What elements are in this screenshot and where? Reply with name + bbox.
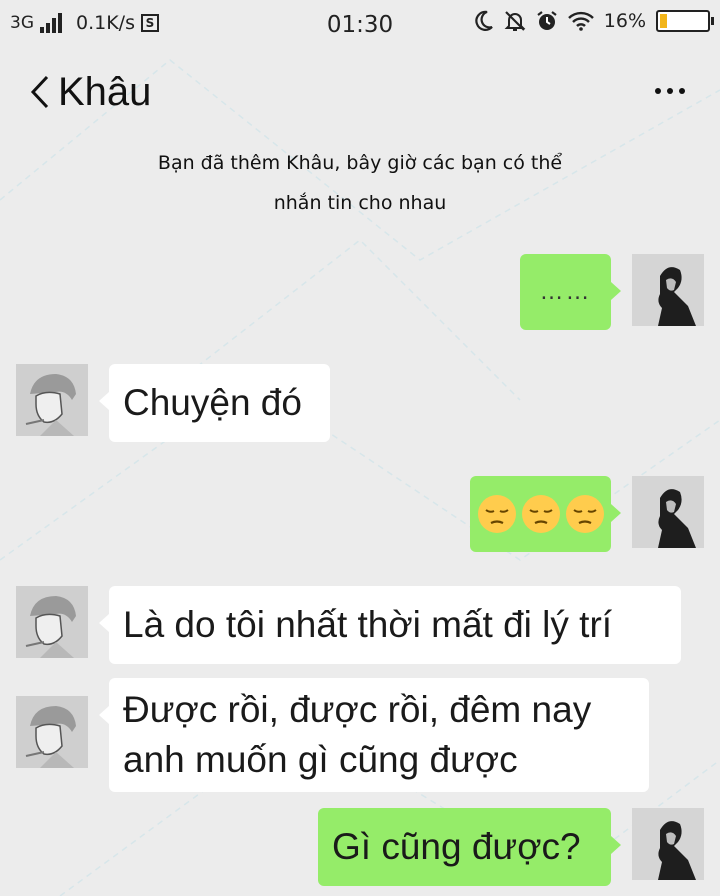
my-avatar[interactable]	[632, 476, 704, 548]
more-dots-icon[interactable]	[650, 74, 690, 108]
emoji-row	[476, 493, 606, 535]
message-bubble-sent[interactable]: ……	[520, 254, 621, 330]
alarm-icon	[536, 10, 558, 32]
chat-title: Khâu	[58, 69, 152, 114]
message-text-line: Được rồi, được rồi, đêm nay	[123, 689, 592, 730]
pensive-face-emoji	[477, 495, 516, 533]
message-text: Là do tôi nhất thời mất đi lý trí	[123, 604, 613, 645]
message-bubble-received[interactable]: Được rồi, được rồi, đêm nay anh muốn gì …	[99, 678, 649, 792]
message-bubble-received[interactable]: Chuyện đó	[99, 364, 330, 442]
message-text: ……	[539, 278, 592, 305]
message-bubble-sent[interactable]	[470, 476, 621, 552]
contact-avatar[interactable]	[16, 586, 88, 658]
pensive-face-emoji	[565, 495, 604, 533]
my-avatar[interactable]	[632, 808, 704, 880]
message-text: Chuyện đó	[123, 382, 302, 423]
message-bubble-sent[interactable]: Gì cũng được?	[318, 808, 621, 886]
message-text: Gì cũng được?	[332, 826, 581, 867]
back-button[interactable]: Khâu	[30, 68, 180, 116]
contact-avatar[interactable]	[16, 364, 88, 436]
battery-icon	[656, 10, 714, 32]
pensive-face-emoji	[521, 495, 560, 533]
message-text-line: anh muốn gì cũng được	[123, 739, 518, 780]
system-message-line: nhắn tin cho nhau	[273, 192, 447, 214]
back-chevron-icon	[30, 74, 50, 110]
contact-avatar[interactable]	[16, 696, 88, 768]
battery-percent: 16%	[603, 10, 646, 32]
chat-header: Khâu	[0, 50, 720, 134]
status-bar: 3G 0.1K/s S 01:30 16%	[0, 0, 720, 50]
moon-icon	[474, 10, 494, 32]
status-right: 16%	[474, 10, 714, 32]
system-message-line: Bạn đã thêm Khâu, bây giờ các bạn có thể	[157, 152, 563, 174]
message-bubble-received[interactable]: Là do tôi nhất thời mất đi lý trí	[99, 586, 681, 664]
wifi-icon	[567, 11, 594, 31]
system-message: Bạn đã thêm Khâu, bây giờ các bạn có thể…	[110, 143, 610, 223]
mute-bell-icon	[504, 10, 526, 32]
my-avatar[interactable]	[632, 254, 704, 326]
